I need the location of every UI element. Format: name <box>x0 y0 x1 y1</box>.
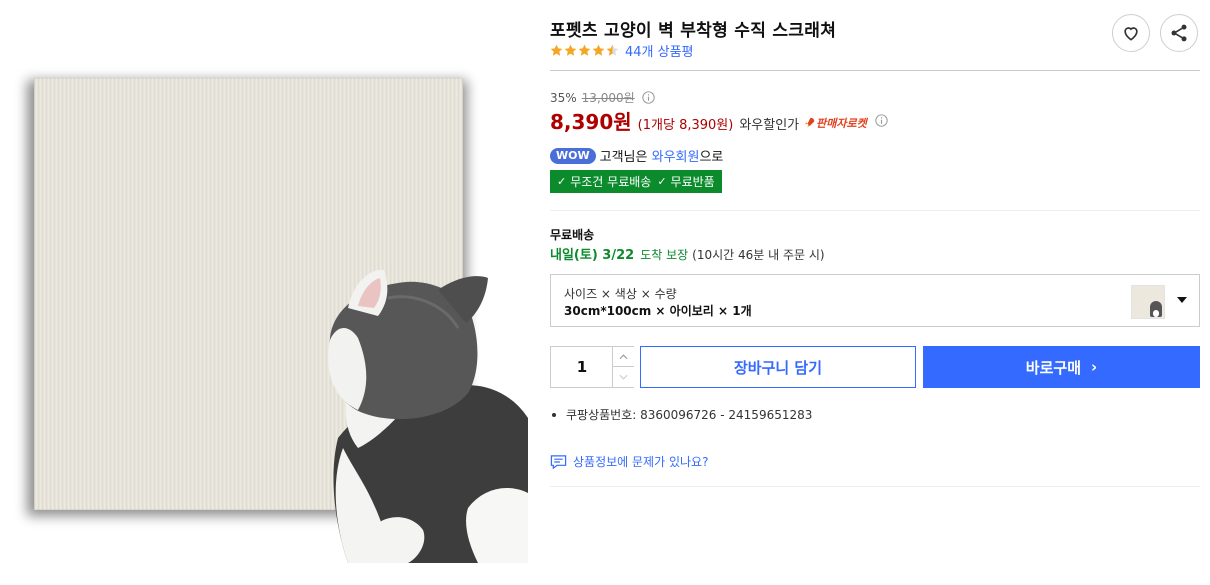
shipping-title: 무료배송 <box>550 228 595 242</box>
wow-badge: WOW <box>550 147 596 164</box>
product-number-row: 쿠팡상품번호: 8360096726 - 24159651283 <box>550 406 812 423</box>
star-icon <box>550 44 563 56</box>
add-to-cart-button[interactable]: 장바구니 담기 <box>640 346 916 388</box>
rocket-icon <box>804 117 815 128</box>
option-thumbnail <box>1131 285 1165 319</box>
review-count-link[interactable]: 44개 상품평 <box>625 41 694 60</box>
wow-discount-label: 와우할인가 <box>739 118 800 133</box>
info-icon[interactable] <box>875 114 888 127</box>
report-issue-link[interactable]: 상품정보에 문제가 있나요? <box>550 453 708 470</box>
option-selector[interactable]: 사이즈 × 색상 × 수량 30cm*100cm × 아이보리 × 1개 <box>550 274 1200 327</box>
buy-now-button[interactable]: 바로구매 › <box>923 346 1200 388</box>
wow-suffix: 으로 <box>699 150 724 165</box>
check-icon: ✓ <box>557 175 567 188</box>
chevron-right-icon: › <box>1091 358 1098 376</box>
quantity-increase-button[interactable] <box>612 347 634 367</box>
benefit-divider <box>550 210 1200 211</box>
message-icon <box>550 454 567 469</box>
discount-rate: 35% <box>550 90 577 105</box>
seller-rocket-text: 판매자로켓 <box>816 117 867 130</box>
chevron-up-icon <box>619 353 628 359</box>
wow-member-link[interactable]: 와우회원 <box>652 146 700 165</box>
product-image <box>0 0 540 585</box>
sale-price: 8,390원 <box>550 110 632 134</box>
chevron-down-icon <box>619 374 628 380</box>
product-number: 쿠팡상품번호: 8360096726 - 24159651283 <box>566 408 813 422</box>
star-rating[interactable] <box>550 44 619 57</box>
star-icon <box>564 44 577 56</box>
share-button[interactable] <box>1160 14 1198 52</box>
caret-down-icon <box>1177 297 1187 303</box>
product-info-panel: 포펫츠 고양이 벽 부착형 수직 스크래쳐 44개 상품평 35% 13,000… <box>550 0 1200 585</box>
product-title: 포펫츠 고양이 벽 부착형 수직 스크래쳐 <box>550 21 837 41</box>
option-labels: 사이즈 × 색상 × 수량 <box>564 287 677 301</box>
heart-icon <box>1124 27 1138 41</box>
delivery-guarantee: 도착 보장 <box>640 248 689 262</box>
wow-prefix: 고객님은 <box>599 150 648 165</box>
unit-price: (1개당 8,390원) <box>637 118 734 133</box>
share-icon <box>1171 24 1187 42</box>
wow-benefit-box: ✓ 무조건 무료배송 ✓ 무료반품 <box>550 170 722 193</box>
seller-rocket-badge: 판매자로켓 <box>803 115 867 131</box>
star-icon <box>592 44 605 56</box>
star-icon <box>578 44 591 56</box>
original-price-row: 35% 13,000원 <box>550 89 655 106</box>
half-star-icon <box>606 44 619 56</box>
add-to-cart-label: 장바구니 담기 <box>733 358 823 377</box>
wishlist-button[interactable] <box>1112 14 1150 52</box>
delivery-date: 내일(토) 3/22 <box>550 248 635 263</box>
wow-member-row: WOW 고객님은 와우회원 으로 <box>550 146 723 165</box>
bullet <box>552 412 556 417</box>
benefit-free-shipping: 무조건 무료배송 <box>570 175 652 189</box>
quantity-stepper <box>550 346 634 388</box>
report-issue-text: 상품정보에 문제가 있나요? <box>573 455 709 469</box>
sale-price-row: 8,390원 (1개당 8,390원) 와우할인가 판매자로켓 <box>550 106 888 135</box>
delivery-deadline-note: (10시간 46분 내 주문 시) <box>692 248 825 262</box>
info-icon[interactable] <box>642 91 655 104</box>
cat-illustration <box>328 269 528 563</box>
title-divider <box>550 70 1200 71</box>
rating-row: 44개 상품평 <box>550 41 694 60</box>
quantity-input[interactable] <box>551 347 613 387</box>
bottom-divider <box>550 486 1200 487</box>
benefit-free-return: 무료반품 <box>670 175 715 189</box>
quantity-decrease-button[interactable] <box>612 367 634 387</box>
check-icon: ✓ <box>657 175 667 188</box>
option-values: 30cm*100cm × 아이보리 × 1개 <box>564 304 752 318</box>
delivery-row: 내일(토) 3/22 도착 보장 (10시간 46분 내 주문 시) <box>550 244 825 263</box>
buy-now-label: 바로구매 <box>1025 358 1081 377</box>
original-price: 13,000원 <box>581 91 635 105</box>
